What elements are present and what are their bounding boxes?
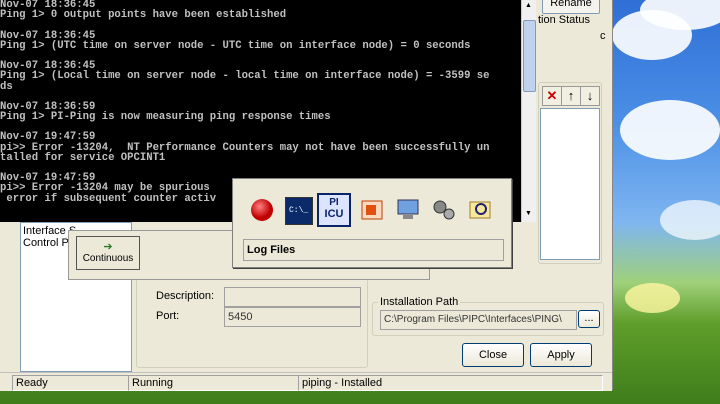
- console-line: Ping 1> PI-Ping is now measuring ping re…: [0, 111, 331, 124]
- scroll-thumb[interactable]: [523, 20, 536, 92]
- close-button[interactable]: Close: [462, 343, 524, 367]
- scroll-down-icon[interactable]: ▼: [523, 208, 534, 220]
- log-files-label[interactable]: Log Files: [243, 239, 504, 261]
- status-installed: piping - Installed: [298, 375, 603, 391]
- pi-icu-icon-line2: ICU: [324, 208, 344, 220]
- delete-icon[interactable]: ✕: [542, 86, 562, 106]
- pi-icu-icon-line1: PI: [329, 197, 339, 208]
- status-running: Running: [128, 375, 299, 391]
- console-icon[interactable]: C:\_: [285, 197, 313, 225]
- installation-path-field[interactable]: C:\Program Files\PIPC\Interfaces\PING\: [380, 310, 577, 330]
- console-line: Ping 1> (Local time on server node - loc…: [0, 70, 490, 83]
- apply-button[interactable]: Apply: [530, 343, 592, 367]
- move-down-icon[interactable]: ↓: [580, 86, 600, 106]
- status-fragment: c: [600, 30, 606, 42]
- console-line: Ping 1> (UTC time on server node - UTC t…: [0, 39, 471, 52]
- continuous-label: Continuous: [82, 253, 134, 264]
- console-line: ds: [0, 80, 13, 93]
- pi-icu-icon[interactable]: PI ICU: [317, 193, 351, 227]
- status-bar: Ready Running piping - Installed: [0, 372, 612, 391]
- parameter-list[interactable]: [540, 108, 600, 260]
- search-icon[interactable]: [467, 197, 493, 223]
- computer-icon[interactable]: [395, 197, 421, 223]
- stop-icon[interactable]: [249, 197, 275, 223]
- rename-button[interactable]: Rename: [542, 0, 600, 14]
- scroll-up-icon[interactable]: ▲: [523, 0, 534, 12]
- port-label: Port:: [156, 310, 180, 322]
- services-icon[interactable]: [431, 197, 457, 223]
- console-icon-text: C:\_: [289, 206, 309, 215]
- sun-glow: [625, 283, 680, 313]
- description-field[interactable]: [224, 287, 361, 307]
- continuous-button[interactable]: ➔ Continuous: [76, 236, 140, 270]
- installation-path-label: Installation Path: [378, 296, 461, 308]
- interface-status-label: tion Status: [538, 14, 590, 26]
- console-line: Ping 1> 0 output points have been establ…: [0, 9, 287, 22]
- move-up-icon[interactable]: ↑: [561, 86, 581, 106]
- console-scrollbar[interactable]: ▲ ▼: [521, 0, 536, 222]
- console-line: talled for service OPCINT1: [0, 151, 166, 164]
- description-label: Description:: [156, 290, 215, 302]
- console-output: Nov-07 18:36:45 Ping 1> 0 output points h…: [0, 0, 528, 204]
- continuous-icon: ➔: [103, 241, 113, 253]
- tools-popup: C:\_ PI ICU Log Files: [232, 178, 512, 268]
- office-icon[interactable]: [359, 197, 385, 223]
- port-field[interactable]: 5450: [224, 307, 361, 327]
- browse-button[interactable]: ...: [578, 310, 600, 328]
- status-ready: Ready: [12, 375, 129, 391]
